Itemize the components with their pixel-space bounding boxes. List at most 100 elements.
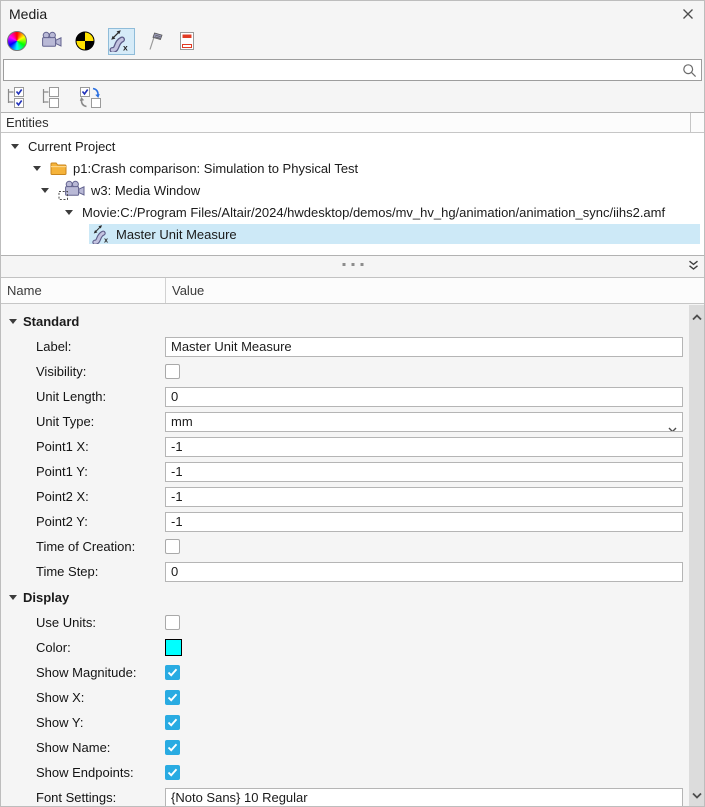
search-icon[interactable] [682, 63, 697, 81]
property-label: Show Y: [1, 715, 165, 730]
search-input[interactable] [4, 60, 701, 80]
show-name-checkbox[interactable] [165, 740, 180, 755]
toolbar: x [1, 26, 704, 56]
property-label: Point1 Y: [1, 464, 165, 479]
entities-header-label: Entities [6, 115, 49, 130]
property-label: Use Units: [1, 615, 165, 630]
time-of-creation-checkbox[interactable] [165, 539, 180, 554]
section-header-standard[interactable]: Standard [1, 308, 689, 334]
show-magnitude-checkbox[interactable] [165, 665, 180, 680]
svg-text:x: x [104, 235, 109, 243]
scroll-down-icon[interactable] [692, 787, 702, 802]
show-endpoints-checkbox[interactable] [165, 765, 180, 780]
entities-panel: Entities Current Projectp1:Crash compari… [1, 112, 704, 256]
property-row: Point2 Y:-1 [1, 509, 689, 534]
image-plane-button[interactable] [74, 28, 101, 55]
column-header-value[interactable]: Value [165, 278, 704, 303]
unit-length-input[interactable]: 0 [165, 387, 683, 407]
splitter[interactable] [1, 256, 704, 273]
titlebar: Media [1, 1, 704, 26]
movie-button[interactable] [40, 28, 67, 55]
media-window-icon [58, 179, 85, 201]
point2-x-input[interactable]: -1 [165, 487, 683, 507]
property-label: Show X: [1, 690, 165, 705]
visibility-checkbox[interactable] [165, 364, 180, 379]
property-row: Visibility: [1, 359, 689, 384]
folder-icon [50, 161, 67, 176]
show-x-checkbox[interactable] [165, 690, 180, 705]
entities-tree: Current Projectp1:Crash comparison: Simu… [1, 133, 704, 255]
filter-toolbar [1, 83, 704, 112]
tree-uncheck-all-icon [42, 87, 62, 108]
tree-item-w3-media-window[interactable]: w3: Media Window [1, 179, 704, 201]
panel-title: Media [9, 6, 47, 22]
use-units-checkbox[interactable] [165, 615, 180, 630]
show-y-checkbox[interactable] [165, 715, 180, 730]
expand-arrow-icon[interactable] [11, 144, 19, 149]
tracking-button[interactable] [142, 28, 169, 55]
measure-button[interactable]: x [108, 28, 135, 55]
svg-text:x: x [123, 43, 128, 53]
tree-item-label: Master Unit Measure [116, 227, 237, 242]
property-column-headers: Name Value [1, 278, 704, 304]
property-row: Color: [1, 635, 689, 660]
expand-arrow-icon[interactable] [65, 210, 73, 215]
property-row: Unit Length:0 [1, 384, 689, 409]
font-settings-input[interactable]: {Noto Sans} 10 Regular [165, 788, 683, 807]
property-row: Point2 X:-1 [1, 484, 689, 509]
property-row: Unit Type:mm [1, 409, 689, 434]
property-label: Show Endpoints: [1, 765, 165, 780]
property-row: Show Name: [1, 735, 689, 760]
property-row: Label:Master Unit Measure [1, 334, 689, 359]
time-step-input[interactable]: 0 [165, 562, 683, 582]
expand-arrow-icon[interactable] [41, 188, 49, 193]
unit-type-select[interactable]: mm [165, 412, 683, 432]
color-wheel-icon [7, 31, 27, 51]
splitter-handle-icon[interactable] [342, 263, 363, 266]
media-panel: Media x Entities Current Projectp1:Crash… [0, 0, 705, 807]
tree-item-master-unit-measure[interactable]: x Master Unit Measure [1, 223, 704, 245]
column-header-name[interactable]: Name [1, 278, 165, 303]
tree-item-label: Movie:C:/Program Files/Altair/2024/hwdes… [82, 205, 665, 220]
tree-item-p1-crash-comparison-simulation[interactable]: p1:Crash comparison: Simulation to Physi… [1, 157, 704, 179]
point1-x-input[interactable]: -1 [165, 437, 683, 457]
chevron-down-icon [668, 420, 677, 432]
property-grid: Standard Label:Master Unit Measure Visibil… [1, 305, 689, 806]
measure-item-icon: x [91, 225, 110, 244]
property-label: Time Step: [1, 564, 165, 579]
tree-item-movie-c-program-files[interactable]: Movie:C:/Program Files/Altair/2024/hwdes… [1, 201, 704, 223]
measure-icon: x [108, 30, 130, 52]
collapse-panel-icon[interactable] [688, 259, 699, 274]
scroll-up-icon[interactable] [692, 309, 702, 324]
expand-arrow-icon[interactable] [33, 166, 41, 171]
color-settings-button[interactable] [6, 28, 33, 55]
expand-arrow-icon[interactable] [9, 595, 17, 600]
section-title: Standard [23, 314, 79, 329]
tree-item-label: w3: Media Window [91, 183, 200, 198]
property-row: Point1 X:-1 [1, 434, 689, 459]
point2-y-input[interactable]: -1 [165, 512, 683, 532]
property-label: Point1 X: [1, 439, 165, 454]
invert-checks-button[interactable] [77, 86, 108, 110]
label-input[interactable]: Master Unit Measure [165, 337, 683, 357]
property-label: Time of Creation: [1, 539, 165, 554]
property-label: Visibility: [1, 364, 165, 379]
color-swatch[interactable] [165, 639, 182, 656]
notes-button[interactable] [176, 28, 203, 55]
property-row: Show Endpoints: [1, 760, 689, 785]
property-row: Show Y: [1, 710, 689, 735]
check-all-button[interactable] [7, 86, 33, 110]
property-row: Point1 Y:-1 [1, 459, 689, 484]
expand-arrow-icon[interactable] [9, 319, 17, 324]
tree-item-current-project[interactable]: Current Project [1, 135, 704, 157]
section-header-display[interactable]: Display [1, 584, 689, 610]
tracking-flag-icon [142, 30, 164, 52]
property-label: Point2 X: [1, 489, 165, 504]
close-icon[interactable] [680, 6, 696, 22]
property-row: Time of Creation: [1, 534, 689, 559]
point1-y-input[interactable]: -1 [165, 462, 683, 482]
scrollbar[interactable] [689, 305, 704, 806]
property-panel: Name Value Standard Label:Master Unit Mea… [1, 277, 704, 806]
invert-checks-icon [77, 87, 102, 108]
uncheck-all-button[interactable] [42, 86, 68, 110]
